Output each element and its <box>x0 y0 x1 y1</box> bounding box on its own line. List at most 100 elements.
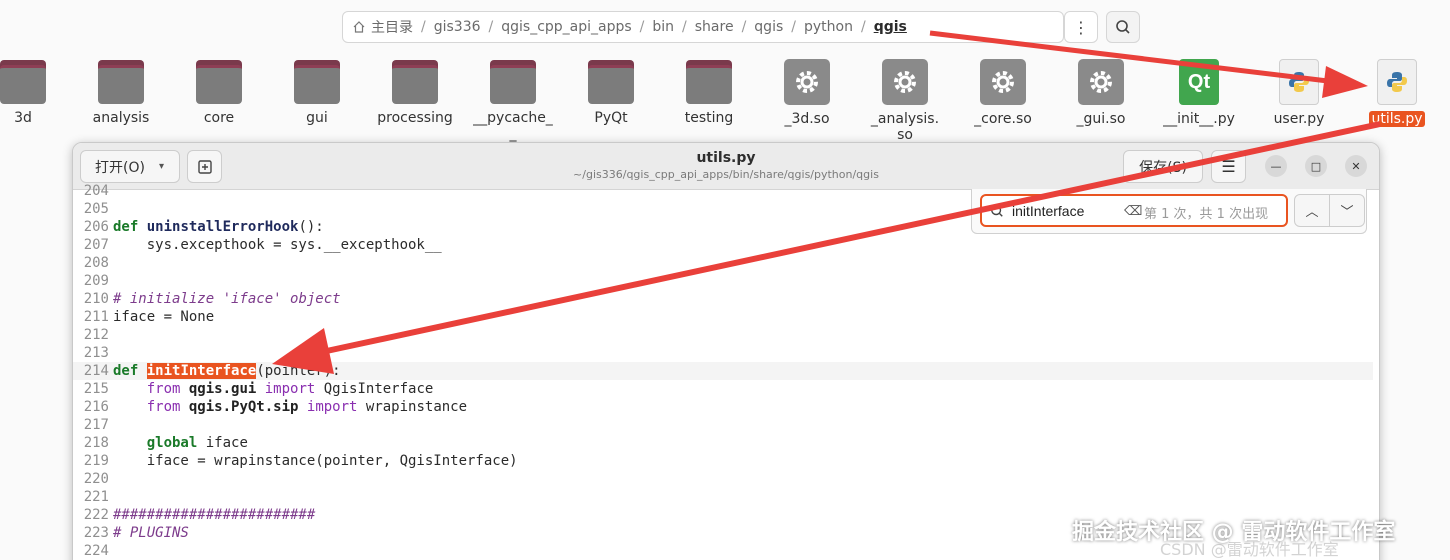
gear-icon <box>882 59 928 105</box>
chevron-down-icon: ﹀ <box>1340 205 1354 220</box>
gear-icon <box>784 59 830 105</box>
search-match-highlight: initInterface <box>146 363 257 379</box>
close-icon: ✕ <box>1351 159 1361 173</box>
search-icon <box>1116 20 1130 34</box>
minimize-icon: — <box>1270 159 1282 173</box>
code-line: 210 # initialize 'iface' object <box>73 290 1373 308</box>
file-label: PyQt <box>594 110 628 126</box>
line-number: 212 <box>83 327 109 343</box>
file-item-init-py[interactable]: Qt __init__.py <box>1150 58 1248 127</box>
file-label-continued: _ <box>509 126 517 142</box>
code-line: 218 global iface <box>73 434 1373 452</box>
code-line: 208 <box>73 254 1373 272</box>
save-button[interactable]: 保存(S) <box>1123 150 1203 183</box>
breadcrumb-share[interactable]: share <box>687 19 742 35</box>
file-item-core[interactable]: core <box>170 58 268 126</box>
file-item-gui-so[interactable]: _gui.so <box>1052 58 1150 127</box>
file-item-analysis[interactable]: analysis <box>72 58 170 126</box>
code-text: (pointer): <box>256 363 341 379</box>
close-button[interactable]: ✕ <box>1345 155 1367 177</box>
breadcrumb-apps[interactable]: qgis_cpp_api_apps <box>493 19 639 35</box>
line-number: 213 <box>83 345 109 361</box>
file-label: testing <box>684 110 734 126</box>
code-line: 215 from qgis.gui import QgisInterface <box>73 380 1373 398</box>
line-number: 224 <box>83 543 109 559</box>
line-number: 216 <box>83 399 109 415</box>
keyword: global <box>146 435 198 451</box>
minimize-button[interactable]: — <box>1265 155 1287 177</box>
breadcrumb-qgis[interactable]: qgis <box>746 19 791 35</box>
clear-icon[interactable]: ⌫ <box>1124 204 1142 219</box>
search-icon <box>991 204 1003 217</box>
chevron-up-icon: ︿ <box>1305 205 1319 220</box>
module-name: qgis.PyQt.sip <box>188 399 299 415</box>
path-bar[interactable]: 主目录 / gis336 / qgis_cpp_api_apps / bin /… <box>342 11 1064 43</box>
maximize-button[interactable]: □ <box>1305 155 1327 177</box>
breadcrumb-gis336[interactable]: gis336 <box>426 19 489 35</box>
file-label: user.py <box>1273 111 1325 127</box>
code-text: iface = wrapinstance(pointer, QgisInterf… <box>113 453 518 469</box>
line-number: 220 <box>83 471 109 487</box>
gear-icon <box>1078 59 1124 105</box>
line-number: 219 <box>83 453 109 469</box>
code-line: 209 <box>73 272 1373 290</box>
file-item-gui[interactable]: gui <box>268 58 366 126</box>
code-view[interactable]: 204 205 206 def uninstallErrorHook(): 207… <box>73 183 1379 560</box>
search-button[interactable] <box>1106 11 1140 43</box>
file-item-pycache[interactable]: __pycache_ _ <box>464 58 562 142</box>
search-input[interactable]: initInterface ⌫ 第 1 次，共 1 次出现 <box>980 194 1288 227</box>
code-line: 220 <box>73 470 1373 488</box>
line-number: 215 <box>83 381 109 397</box>
keyword: import <box>264 381 316 397</box>
hamburger-icon: ☰ <box>1221 157 1236 176</box>
code-text: QgisInterface <box>315 381 434 397</box>
line-number: 217 <box>83 417 109 433</box>
file-item-testing[interactable]: testing <box>660 58 758 126</box>
file-label: __init__.py <box>1163 111 1235 127</box>
file-item-3d[interactable]: 3d <box>0 58 72 126</box>
file-label: core <box>203 110 235 126</box>
file-label: _gui.so <box>1076 111 1126 127</box>
breadcrumb-bin[interactable]: bin <box>644 19 682 35</box>
path-menu-button[interactable]: ⋮ <box>1064 11 1098 43</box>
file-label: _3d.so <box>784 111 830 127</box>
file-item-pyqt[interactable]: PyQt <box>562 58 660 126</box>
code-line: 211 iface = None <box>73 308 1373 326</box>
text-editor-window: 打开(O) ▾ utils.py ~/gis336/qgis_cpp_api_a… <box>72 142 1380 560</box>
code-text: wrapinstance <box>357 399 468 415</box>
line-number: 211 <box>83 309 109 325</box>
folder-icon <box>98 60 144 104</box>
breadcrumb-python[interactable]: python <box>796 19 861 35</box>
line-number: 208 <box>83 255 109 271</box>
qt-file-icon: Qt <box>1179 59 1219 105</box>
file-manager-header: 主目录 / gis336 / qgis_cpp_api_apps / bin /… <box>0 0 1450 52</box>
comment: ######################## <box>113 507 316 523</box>
breadcrumb-current[interactable]: qgis <box>866 19 915 35</box>
line-number: 214 <box>83 363 109 379</box>
file-item-core-so[interactable]: _core.so <box>954 58 1052 127</box>
hamburger-menu-button[interactable]: ☰ <box>1211 150 1246 183</box>
comment: # PLUGINS <box>113 525 189 541</box>
folder-icon <box>392 60 438 104</box>
next-match-button[interactable]: ﹀ <box>1329 194 1365 227</box>
file-label: 3d <box>14 110 32 126</box>
file-item-utils-py[interactable]: utils.py <box>1348 58 1446 127</box>
file-label: __pycache_ <box>473 110 553 126</box>
file-item-analysis-so[interactable]: _analysis. so <box>856 58 954 143</box>
file-label: _analysis. <box>870 111 940 127</box>
file-item-3d-so[interactable]: _3d.so <box>758 58 856 127</box>
line-number: 223 <box>83 525 109 541</box>
file-item-processing[interactable]: processing <box>366 58 464 126</box>
file-label: utils.py <box>1369 111 1425 127</box>
line-number: 209 <box>83 273 109 289</box>
folder-icon <box>686 60 732 104</box>
keyword: def <box>113 219 139 235</box>
folder-icon <box>490 60 536 104</box>
file-item-user-py[interactable]: user.py <box>1250 58 1348 127</box>
breadcrumb-home[interactable]: 主目录 <box>371 17 421 37</box>
code-text: (): <box>298 219 324 235</box>
kebab-menu-icon: ⋮ <box>1073 17 1089 37</box>
previous-match-button[interactable]: ︿ <box>1294 194 1330 227</box>
folder-icon <box>0 60 46 104</box>
python-file-icon <box>1377 59 1417 105</box>
